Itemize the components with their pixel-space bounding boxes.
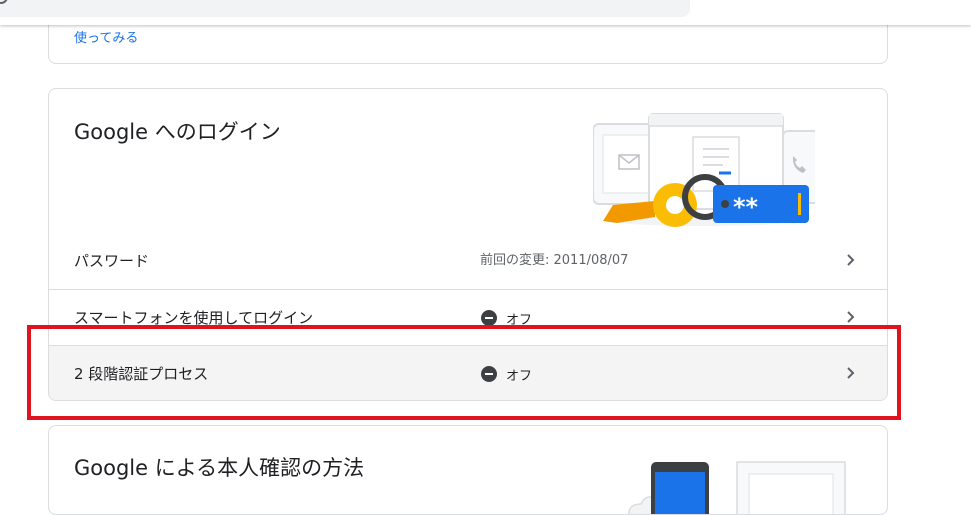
two-step-verification-label: 2 段階認証プロセス [74,365,209,383]
search-icon [0,0,8,4]
phone-signin-row[interactable]: スマートフォンを使用してログイン オフ [49,289,887,345]
top-bar [0,0,971,25]
verification-methods-card: Google による本人確認の方法 [48,425,888,515]
verification-illustration [628,461,846,514]
phone-signin-status: オフ [481,290,532,346]
password-label: パスワード [74,252,150,270]
verification-methods-title: Google による本人確認の方法 [74,456,365,480]
try-it-link[interactable]: 使ってみる [74,27,138,46]
document-icon [736,461,846,514]
password-row[interactable]: パスワード 前回の変更: 2011/08/07 [49,233,887,289]
minus-circle-icon [481,366,497,382]
phone-signin-label: スマートフォンを使用してログイン [74,309,314,327]
password-field-icon: ** [713,185,809,223]
search-input[interactable] [0,0,690,17]
signin-card-title: Google へのログイン [74,120,281,144]
phone-signin-status-text: オフ [506,312,533,328]
signin-illustration: ** [593,113,815,227]
svg-text:**: ** [733,193,759,221]
two-step-verification-status-text: オフ [506,368,533,384]
two-step-verification-row[interactable]: 2 段階認証プロセス オフ [49,345,887,400]
password-last-changed: 前回の変更: 2011/08/07 [480,253,629,268]
minus-circle-icon [481,310,497,326]
smartphone-icon [651,462,709,514]
chevron-right-icon [847,367,855,379]
chevron-right-icon [847,254,855,266]
chevron-right-icon [847,311,855,323]
two-step-verification-status: オフ [481,346,533,400]
signin-card: Google へのログイン ** パスワード 前回の変更: 2011/08/07… [48,88,888,401]
